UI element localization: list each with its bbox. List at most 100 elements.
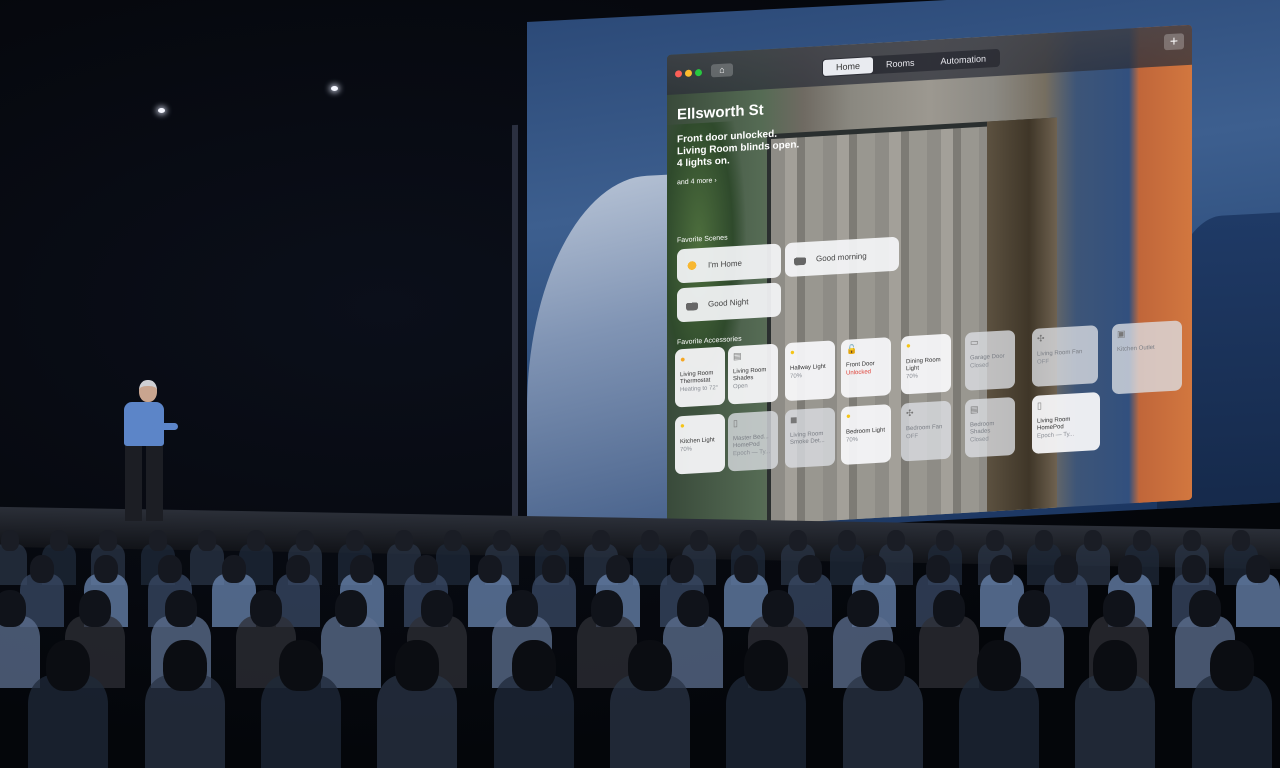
presenter-legs — [125, 446, 163, 521]
audience-head — [837, 530, 856, 551]
accessory-name: Front Door — [846, 361, 875, 369]
lightbulb-icon: ● — [790, 347, 795, 357]
audience-head — [676, 590, 709, 627]
audience-head — [628, 640, 672, 691]
audience-head — [30, 555, 54, 583]
garage-icon: ▭ — [970, 337, 979, 348]
audience-head — [1231, 530, 1250, 551]
audience-head — [148, 530, 167, 551]
audience-head — [798, 555, 822, 583]
audience-head — [444, 530, 463, 551]
audience-head — [222, 555, 246, 583]
accessory-tile[interactable]: ● Kitchen Light 70% — [675, 413, 725, 475]
accessory-name: Living Room Smoke Det... — [790, 430, 825, 446]
audience-head — [670, 555, 694, 583]
audience-head — [932, 590, 965, 627]
audience-head — [1084, 530, 1103, 551]
audience-head — [977, 640, 1022, 691]
audience-head — [1182, 555, 1206, 583]
audience-head — [1188, 590, 1221, 627]
audience-head — [493, 530, 512, 551]
scene-label: Good morning — [816, 250, 867, 263]
accessory-tile[interactable]: ▣ Kitchen Outlet — [1112, 320, 1182, 395]
presenter — [112, 380, 178, 525]
accessory-tile[interactable]: ● Dining Room Light 70% — [901, 333, 951, 395]
accessory-state: Closed — [970, 362, 989, 370]
accessory-name: Garage Door — [970, 353, 1005, 362]
scene-im-home[interactable]: I'm Home — [677, 243, 781, 284]
accessory-state: 70% — [680, 446, 693, 454]
audience-head — [1034, 530, 1053, 551]
audience-head — [591, 590, 624, 627]
audience-head — [862, 555, 886, 583]
audience-head — [162, 640, 207, 691]
accessory-tile[interactable]: ● Living Room Thermostat Heating to 72° — [675, 346, 725, 408]
homepod-icon: ▯ — [733, 417, 738, 429]
scene-label: Good Night — [708, 296, 749, 309]
minimize-window-button[interactable] — [685, 69, 692, 77]
accessory-state: Heating to 72° — [680, 385, 719, 394]
ceiling-spotlight — [331, 86, 338, 91]
tab-home[interactable]: Home — [823, 57, 874, 77]
lightbulb-icon: ● — [680, 420, 685, 431]
accessory-tile[interactable]: ▤ Bedroom Shades Closed — [965, 396, 1015, 458]
accessory-tile[interactable]: ● Hallway Light 70% — [785, 340, 835, 402]
close-window-button[interactable] — [675, 70, 682, 78]
home-switcher-button[interactable]: ⌂ — [711, 63, 733, 78]
accessory-tile[interactable]: ▤ Living Room Shades Open — [728, 343, 778, 405]
presenter-head — [139, 380, 157, 402]
accessory-name: Kitchen Light — [680, 437, 715, 446]
accessory-name: Living Room Fan — [1037, 349, 1083, 358]
accessory-tile[interactable]: ▯ Master Bed... HomePod Epoch — Ty... — [728, 410, 778, 472]
audience-head — [860, 640, 905, 691]
audience-head — [420, 590, 453, 627]
audience-head — [345, 530, 364, 551]
add-button[interactable]: + — [1164, 33, 1184, 51]
audience-head — [296, 530, 315, 551]
accessory-tile[interactable]: ✣ Bedroom Fan OFF — [901, 400, 951, 462]
accessory-name: Kitchen Outlet — [1117, 344, 1155, 354]
ceiling-spotlight — [158, 108, 165, 113]
audience-head — [94, 555, 118, 583]
accessory-tile[interactable]: ▭ Garage Door Closed — [965, 329, 1015, 391]
accessory-tile[interactable]: 🔓 Front Door Unlocked — [841, 337, 891, 398]
accessory-state: Epoch — Ty... — [1037, 431, 1075, 440]
audience-head — [197, 530, 216, 551]
zoom-window-button[interactable] — [695, 68, 702, 77]
accessory-tile[interactable]: ● Bedroom Light 70% — [841, 404, 891, 465]
audience-head — [1209, 640, 1254, 691]
audience-head — [46, 640, 91, 691]
audience-head — [478, 555, 502, 583]
accessory-name: Bedroom Light — [846, 427, 886, 436]
audience-head — [788, 530, 807, 551]
keynote-stage: ⌂ Home Rooms Automation + Ellsworth St F… — [0, 0, 1280, 768]
accessory-tile[interactable]: ▯ Living Room HomePod Epoch — Ty... — [1032, 392, 1100, 454]
audience-head — [542, 530, 561, 551]
audience-head — [0, 590, 26, 627]
audience-head — [247, 530, 266, 551]
accessory-tile[interactable]: ◼ Living Room Smoke Det... — [785, 407, 835, 469]
scene-good-morning[interactable]: Good morning — [785, 236, 899, 278]
scene-good-night[interactable]: Good Night — [677, 282, 781, 323]
tab-automation[interactable]: Automation — [928, 50, 1000, 70]
audience-head — [158, 555, 182, 583]
audience-head — [1054, 555, 1078, 583]
accessory-tile[interactable]: ✣ Living Room Fan OFF — [1032, 325, 1098, 387]
home-title: Ellsworth St — [677, 101, 764, 124]
audience-head — [1246, 555, 1270, 583]
home-icon: ⌂ — [719, 64, 725, 75]
scene-label: I'm Home — [708, 258, 742, 270]
audience-head — [1118, 555, 1142, 583]
accessory-state: OFF — [1037, 358, 1049, 366]
house-icon — [686, 298, 698, 311]
background-door-edge — [987, 117, 1057, 522]
house-icon — [794, 253, 806, 266]
audience-head — [79, 590, 112, 627]
audience-head — [990, 555, 1014, 583]
audience-head — [591, 530, 610, 551]
tab-rooms[interactable]: Rooms — [873, 54, 928, 73]
audience-head — [99, 530, 118, 551]
fan-icon: ✣ — [1037, 333, 1045, 344]
audience-head — [1103, 590, 1136, 627]
home-app-window: ⌂ Home Rooms Automation + Ellsworth St F… — [667, 24, 1192, 530]
